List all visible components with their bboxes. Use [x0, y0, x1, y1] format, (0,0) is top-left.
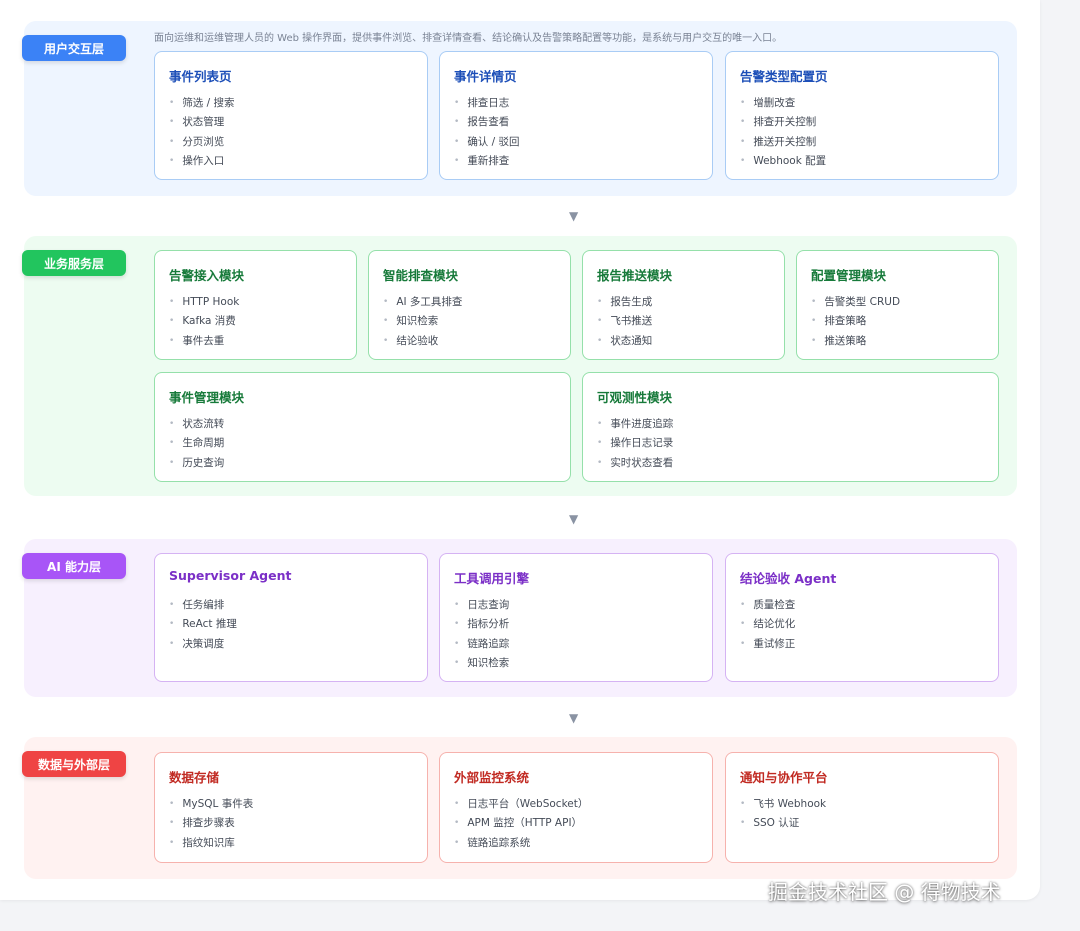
list-item: • 排查开关控制	[740, 116, 817, 129]
list-item: • 增删改查	[740, 97, 796, 109]
layer-badge-user: 用户交互层	[22, 35, 126, 61]
list-item: • 飞书推送	[597, 315, 653, 328]
list-item: • 筛选 / 搜索	[169, 97, 235, 109]
card-data-storage: 数据存储 • MySQL 事件表 • 排查步骤表 • 指纹知识库	[154, 752, 428, 863]
list-item: • 质量检查	[740, 599, 796, 611]
layer-user-interaction: 用户交互层 面向运维和运维管理人员的 Web 操作界面，提供事件浏览、排查详情查…	[22, 21, 1017, 196]
card-title: 事件管理模块	[169, 390, 245, 405]
card-title: 告警类型配置页	[740, 69, 828, 84]
list-item: • 结论验收	[383, 334, 439, 347]
card-title: 数据存储	[169, 770, 220, 785]
card-smart-diagnosis-module: 智能排查模块 • AI 多工具排查 • 知识检索 • 结论验收	[368, 250, 571, 360]
card-title: 报告推送模块	[597, 268, 673, 283]
list-item: • 操作日志记录	[597, 437, 674, 450]
card-supervisor-agent: Supervisor Agent • 任务编排 • ReAct 推理 • 决策调度	[154, 553, 428, 682]
list-item: • 分页浏览	[169, 135, 225, 148]
card-title: 通知与协作平台	[740, 770, 828, 785]
list-item: • 历史查询	[169, 456, 225, 469]
list-item: • HTTP Hook	[169, 296, 240, 308]
list-item: • 排查日志	[454, 97, 510, 109]
list-item: • 结论优化	[740, 618, 796, 631]
layer-badge-service: 业务服务层	[22, 250, 126, 276]
layer-business-service: 业务服务层 告警接入模块 • HTTP Hook • Kafka 消费 • 事件去重 …	[22, 236, 1017, 496]
list-item: • 告警类型 CRUD	[811, 296, 901, 308]
list-item: • 报告生成	[597, 296, 653, 308]
list-item: • 生命周期	[169, 437, 225, 450]
down-arrow-icon: ▼	[569, 711, 579, 725]
list-item: • 决策调度	[169, 637, 225, 650]
card-observability-module: 可观测性模块 • 事件进度追踪 • 操作日志记录 • 实时状态查看	[582, 372, 999, 482]
card-title: 外部监控系统	[454, 770, 530, 785]
card-title: 可观测性模块	[597, 390, 673, 405]
card-title: Supervisor Agent	[169, 568, 292, 583]
list-item: • 日志平台（WebSocket）	[454, 798, 589, 810]
list-item: • 知识检索	[383, 315, 439, 328]
card-title: 事件列表页	[169, 69, 232, 84]
card-event-management-module: 事件管理模块 • 状态流转 • 生命周期 • 历史查询	[154, 372, 571, 482]
list-item: • 确认 / 驳回	[454, 135, 520, 148]
layer-badge-ai: AI 能力层	[22, 553, 126, 579]
card-title: 事件详情页	[454, 69, 517, 84]
list-item: • APM 监控（HTTP API）	[454, 817, 583, 830]
card-title: 智能排查模块	[383, 268, 459, 283]
layer-description: 面向运维和运维管理人员的 Web 操作界面，提供事件浏览、排查详情查看、结论确认…	[154, 33, 783, 44]
card-event-detail-page: 事件详情页 • 排查日志 • 报告查看 • 确认 / 驳回 • 重新排查	[439, 51, 713, 180]
list-item: • SSO 认证	[740, 817, 800, 830]
down-arrow-icon: ▼	[569, 209, 579, 223]
list-item: • ReAct 推理	[169, 618, 237, 631]
card-event-list-page: 事件列表页 • 筛选 / 搜索 • 状态管理 • 分页浏览 • 操作入口	[154, 51, 428, 180]
card-title: 告警接入模块	[169, 268, 245, 283]
list-item: • 排查步骤表	[169, 817, 235, 830]
layer-badge-data: 数据与外部层	[22, 751, 126, 777]
list-item: • 实时状态查看	[597, 456, 674, 469]
list-item: • 重试修正	[740, 637, 796, 650]
layer-ai-capability: AI 能力层 Supervisor Agent • 任务编排 • ReAct 推理 …	[22, 539, 1017, 697]
list-item: • 推送策略	[811, 334, 867, 347]
list-item: • 操作入口	[169, 155, 225, 168]
list-item: • 报告查看	[454, 116, 510, 129]
list-item: • 指纹知识库	[169, 836, 235, 849]
card-title: 结论验收 Agent	[740, 571, 837, 586]
watermark: 掘金技术社区 @ 得物技术	[768, 880, 1001, 904]
card-report-push-module: 报告推送模块 • 报告生成 • 飞书推送 • 状态通知	[582, 250, 785, 360]
card-alert-ingest-module: 告警接入模块 • HTTP Hook • Kafka 消费 • 事件去重	[154, 250, 357, 360]
list-item: • 日志查询	[454, 599, 510, 611]
architecture-diagram: 用户交互层 面向运维和运维管理人员的 Web 操作界面，提供事件浏览、排查详情查…	[0, 0, 1040, 900]
list-item: • 链路追踪系统	[454, 836, 531, 849]
card-title: 工具调用引擎	[454, 571, 530, 586]
list-item: • Kafka 消费	[169, 315, 236, 328]
list-item: • 状态流转	[169, 418, 225, 430]
list-item: • 事件进度追踪	[597, 418, 674, 430]
card-notification-platform: 通知与协作平台 • 飞书 Webhook • SSO 认证	[725, 752, 999, 863]
list-item: • Webhook 配置	[740, 155, 827, 168]
list-item: • AI 多工具排查	[383, 296, 463, 308]
down-arrow-icon: ▼	[569, 512, 579, 526]
card-config-management-module: 配置管理模块 • 告警类型 CRUD • 排查策略 • 推送策略	[796, 250, 999, 360]
list-item: • 知识检索	[454, 657, 510, 670]
list-item: • 状态管理	[169, 116, 225, 129]
card-alert-type-config-page: 告警类型配置页 • 增删改查 • 排查开关控制 • 推送开关控制 • Webhook 配…	[725, 51, 999, 180]
card-external-monitoring: 外部监控系统 • 日志平台（WebSocket） • APM 监控（HTTP API…	[439, 752, 713, 863]
list-item: • MySQL 事件表	[169, 798, 254, 810]
list-item: • 事件去重	[169, 334, 225, 347]
list-item: • 指标分析	[454, 618, 510, 631]
card-tool-invocation-engine: 工具调用引擎 • 日志查询 • 指标分析 • 链路追踪 • 知识检索	[439, 553, 713, 682]
list-item: • 飞书 Webhook	[740, 798, 827, 810]
list-item: • 任务编排	[169, 599, 225, 611]
card-conclusion-review-agent: 结论验收 Agent • 质量检查 • 结论优化 • 重试修正	[725, 553, 999, 682]
list-item: • 链路追踪	[454, 637, 510, 650]
card-title: 配置管理模块	[811, 268, 887, 283]
layer-data-external: 数据与外部层 数据存储 • MySQL 事件表 • 排查步骤表 • 指纹知识库 外部监…	[22, 737, 1017, 879]
list-item: • 状态通知	[597, 334, 653, 347]
list-item: • 推送开关控制	[740, 135, 817, 148]
list-item: • 排查策略	[811, 315, 867, 328]
list-item: • 重新排查	[454, 155, 510, 168]
